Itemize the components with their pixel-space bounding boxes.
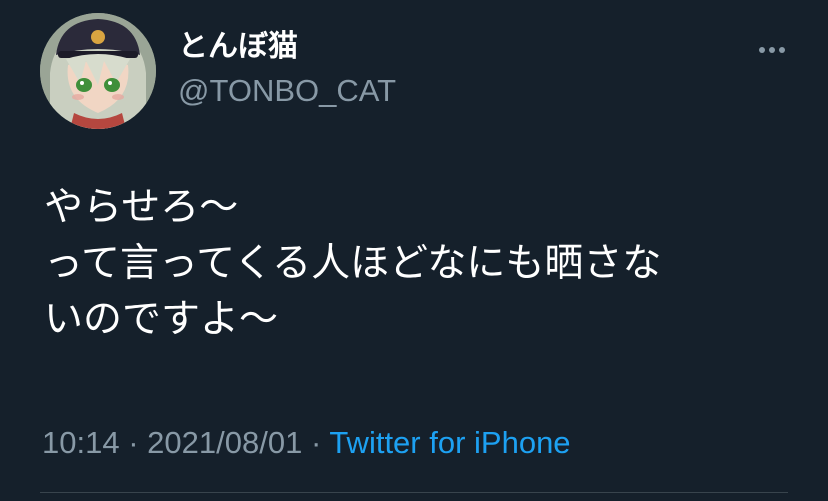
avatar[interactable] — [40, 13, 156, 129]
tweet-time[interactable]: 10:14 — [42, 425, 120, 460]
tweet-text: やらせろ〜 って言ってくる人ほどなにも晒さな いのですよ〜 — [44, 180, 804, 348]
tweet-text-line: やらせろ〜 — [44, 185, 239, 230]
meta-separator: · — [128, 425, 139, 460]
meta-separator: · — [310, 425, 322, 460]
tweet-metadata: 10:14 · 2021/08/01 · Twitter for iPhone — [42, 423, 571, 463]
more-options-button[interactable] — [752, 36, 792, 64]
tweet-date[interactable]: 2021/08/01 — [147, 425, 302, 460]
author-display-name[interactable]: とんぼ猫 — [178, 28, 298, 66]
more-horizontal-icon — [759, 47, 785, 53]
tweet-text-line: って言ってくる人ほどなにも晒さな — [44, 241, 662, 286]
divider — [40, 492, 788, 493]
author-handle[interactable]: @TONBO_CAT — [178, 72, 396, 110]
tweet-text-line: いのですよ〜 — [44, 297, 279, 342]
tweet: とんぼ猫 @TONBO_CAT やらせろ〜 って言ってくる人ほどなにも晒さな い… — [0, 0, 828, 501]
tweet-source-link[interactable]: Twitter for iPhone — [329, 425, 570, 460]
anime-avatar-icon — [40, 13, 156, 129]
